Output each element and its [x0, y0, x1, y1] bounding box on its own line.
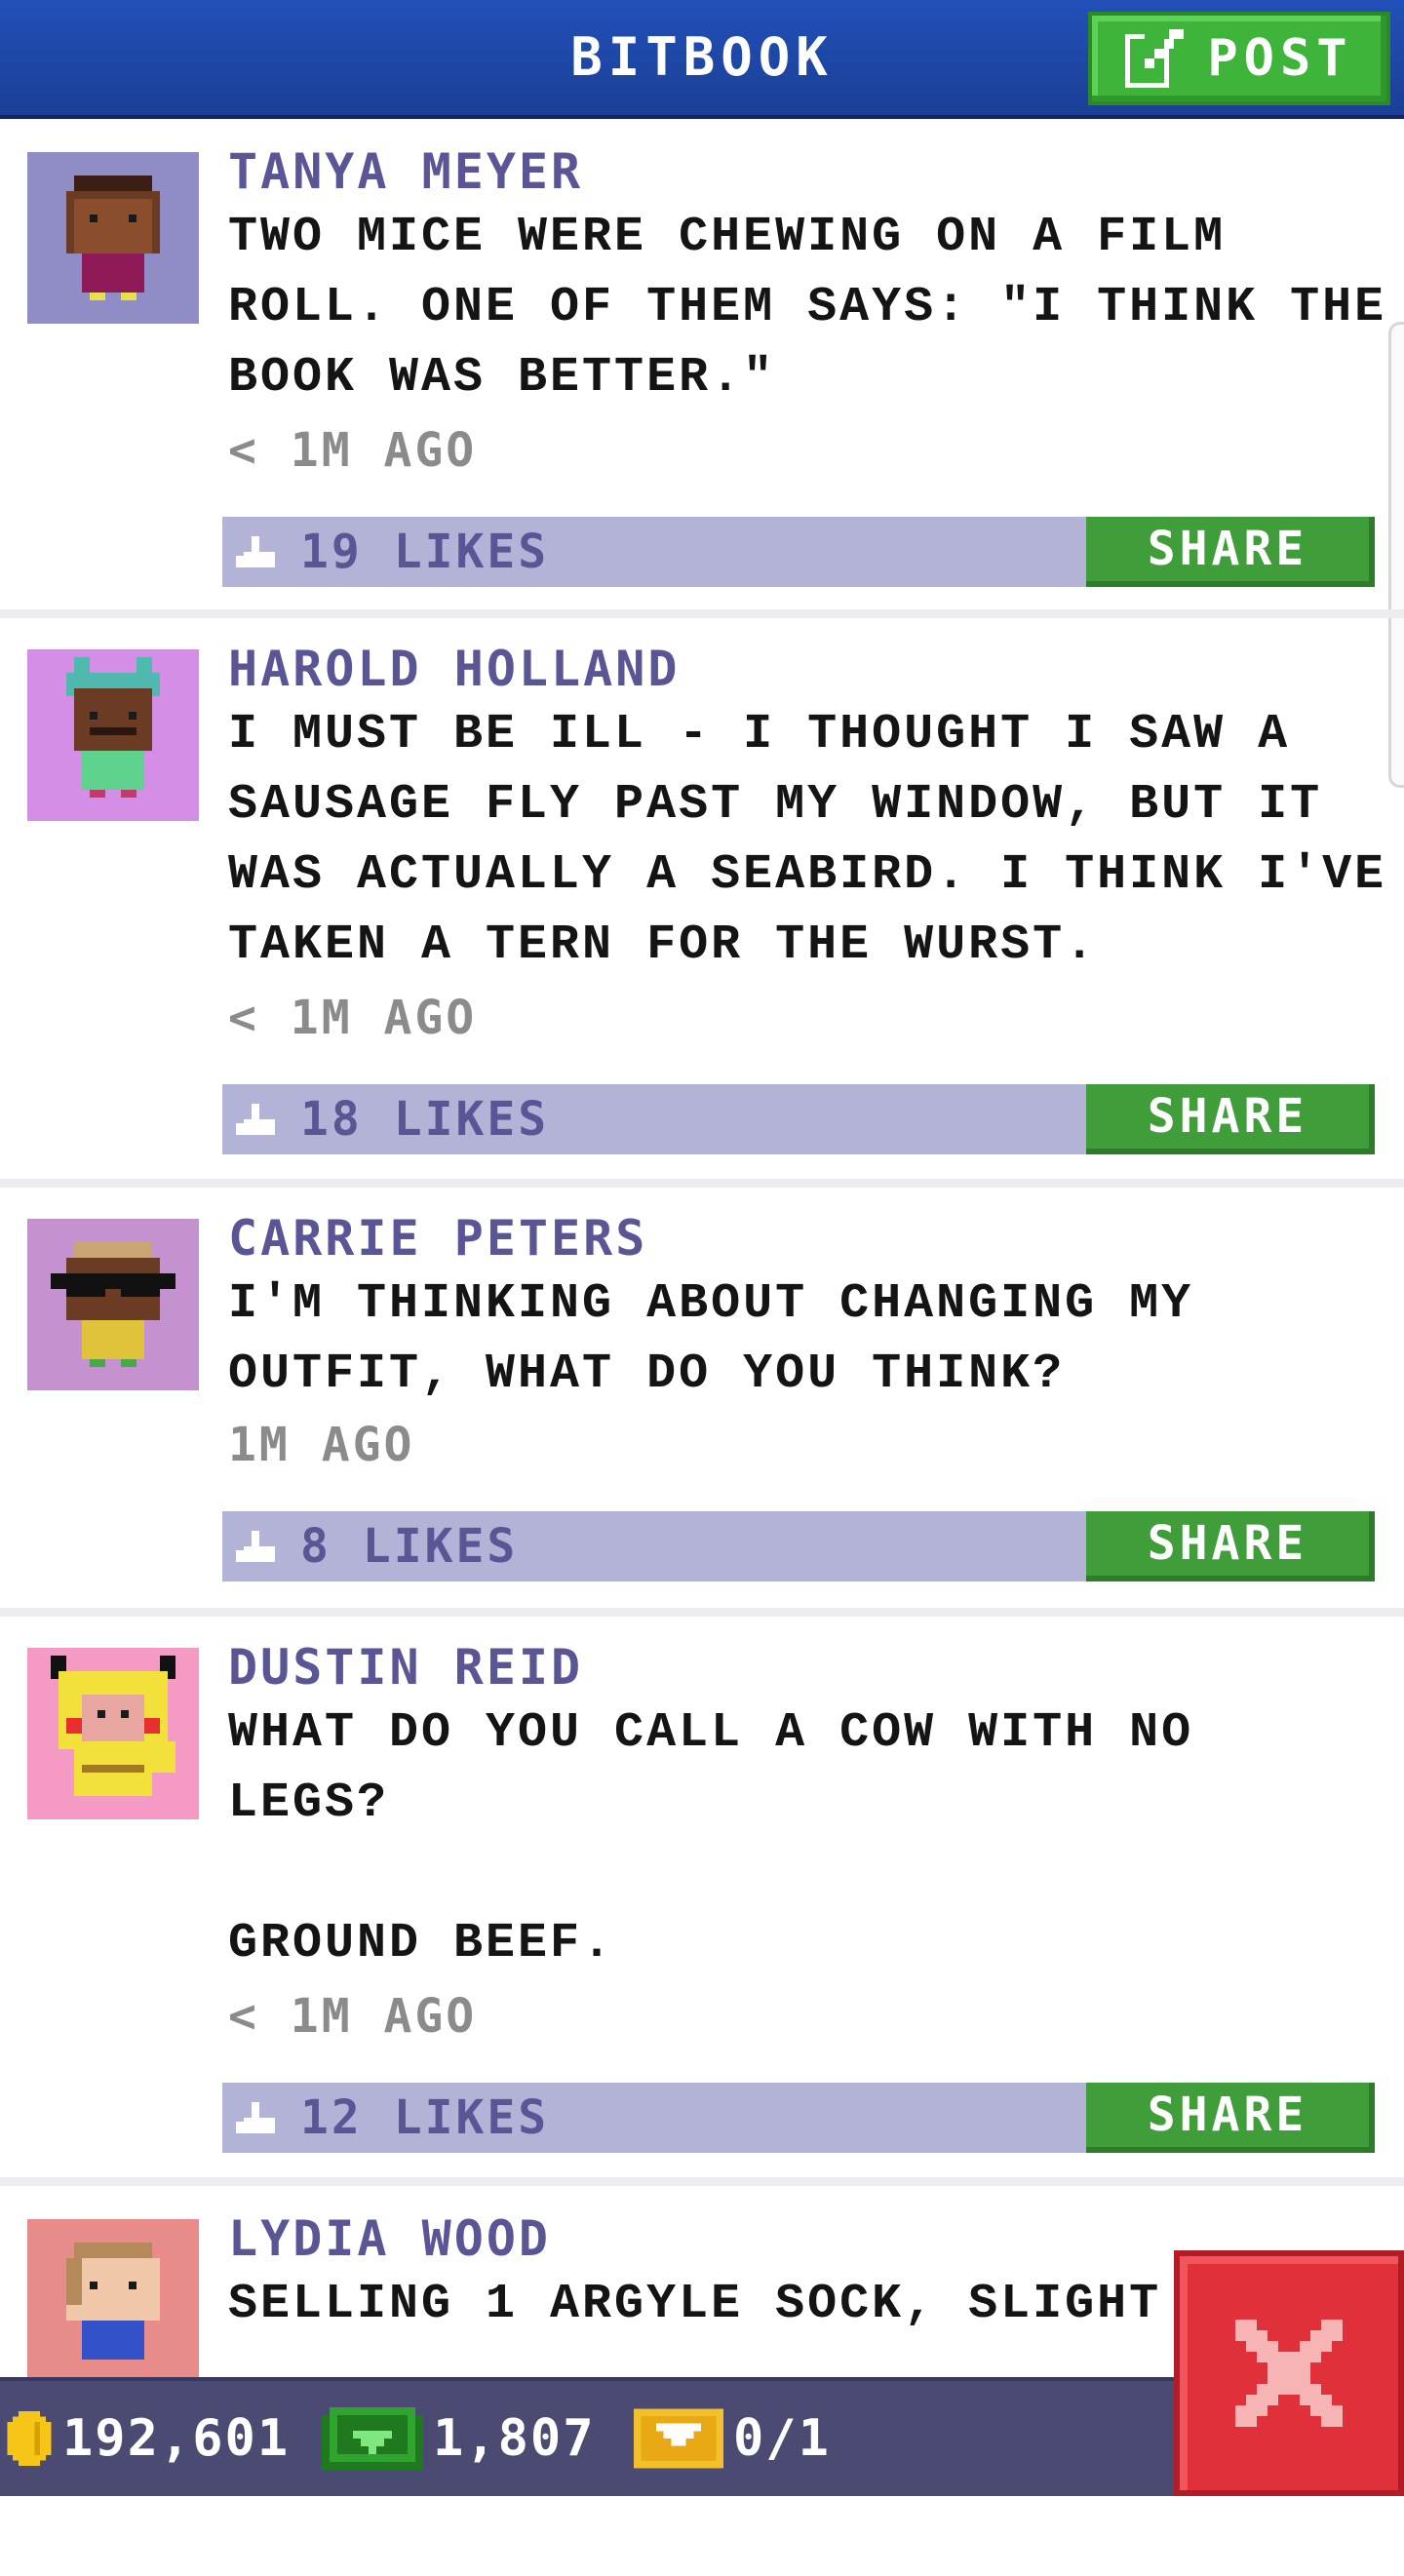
avatar-image	[51, 1656, 176, 1796]
post-text: I'M THINKING ABOUT CHANGING MY OUTFIT, W…	[228, 1276, 1194, 1402]
coin-icon	[7, 2411, 52, 2466]
tickets-value: 0/1	[733, 2409, 831, 2468]
avatar[interactable]	[27, 1648, 199, 1819]
post-button-label: POST	[1207, 29, 1353, 88]
thumbs-up-icon	[236, 2102, 275, 2133]
post-author[interactable]: DUSTIN REID	[228, 1636, 583, 1698]
avatar[interactable]	[27, 2219, 199, 2391]
avatar[interactable]	[27, 1219, 199, 1390]
post-button[interactable]: POST	[1088, 12, 1390, 105]
thumbs-up-icon	[236, 1104, 275, 1135]
post-text: WHAT DO YOU CALL A COW WITH NO LEGS? GRO…	[228, 1705, 1194, 1971]
post-author[interactable]: TANYA MEYER	[228, 140, 583, 203]
close-icon	[1235, 2320, 1343, 2427]
like-button[interactable]: 19 LIKES	[222, 517, 549, 587]
like-button[interactable]: 8 LIKES	[222, 1511, 518, 1581]
bux-icon	[322, 2407, 423, 2470]
post-card: HAROLD HOLLAND I MUST BE ILL - I THOUGHT…	[0, 618, 1404, 1188]
like-button[interactable]: 18 LIKES	[222, 1084, 549, 1154]
likes-count: 12 LIKES	[300, 2090, 550, 2145]
post-card: TANYA MEYER TWO MICE WERE CHEWING ON A F…	[0, 119, 1404, 618]
share-button[interactable]: SHARE	[1086, 517, 1375, 587]
post-author[interactable]: CARRIE PETERS	[228, 1207, 647, 1269]
avatar-image	[51, 1242, 176, 1367]
avatar-image	[66, 2243, 160, 2360]
post-card: DUSTIN REID WHAT DO YOU CALL A COW WITH …	[0, 1617, 1404, 2186]
avatar-image	[66, 176, 160, 300]
post-card: CARRIE PETERS I'M THINKING ABOUT CHANGIN…	[0, 1188, 1404, 1617]
edit-icon	[1125, 29, 1185, 88]
thumbs-up-icon	[236, 1531, 275, 1562]
likes-count: 8 LIKES	[300, 1519, 519, 1574]
post-action-bar: 19 LIKES SHARE	[222, 517, 1375, 587]
avatar[interactable]	[27, 152, 199, 324]
post-timestamp: < 1M AGO	[228, 1989, 478, 2044]
post-author[interactable]: LYDIA WOOD	[228, 2207, 551, 2270]
coins-value: 192,601	[62, 2409, 291, 2468]
header-bar: BITBOOK POST	[0, 0, 1404, 119]
post-action-bar: 12 LIKES SHARE	[222, 2083, 1375, 2153]
post-text: TWO MICE WERE CHEWING ON A FILM ROLL. ON…	[228, 210, 1387, 406]
coins-counter[interactable]: 192,601	[6, 2381, 290, 2496]
likes-count: 19 LIKES	[300, 525, 550, 579]
avatar[interactable]	[27, 649, 199, 821]
share-button[interactable]: SHARE	[1086, 1084, 1375, 1154]
thumbs-up-icon	[236, 536, 275, 567]
post-action-bar: 8 LIKES SHARE	[222, 1511, 1375, 1581]
ticket-icon	[634, 2408, 723, 2469]
close-button[interactable]	[1174, 2250, 1404, 2496]
post-timestamp: < 1M AGO	[228, 423, 478, 478]
post-action-bar: 18 LIKES SHARE	[222, 1084, 1375, 1154]
likes-count: 18 LIKES	[300, 1092, 550, 1147]
share-button[interactable]: SHARE	[1086, 1511, 1375, 1581]
bux-counter[interactable]: 1,807	[322, 2381, 596, 2496]
post-text: I MUST BE ILL - I THOUGHT I SAW A SAUSAG…	[228, 707, 1387, 973]
share-button[interactable]: SHARE	[1086, 2083, 1375, 2153]
avatar-image	[66, 657, 160, 798]
post-timestamp: < 1M AGO	[228, 991, 478, 1045]
post-author[interactable]: HAROLD HOLLAND	[228, 638, 680, 700]
post-timestamp: 1M AGO	[228, 1418, 415, 1472]
tickets-counter[interactable]: 0/1	[634, 2381, 831, 2496]
like-button[interactable]: 12 LIKES	[222, 2083, 549, 2153]
bux-value: 1,807	[433, 2409, 596, 2468]
